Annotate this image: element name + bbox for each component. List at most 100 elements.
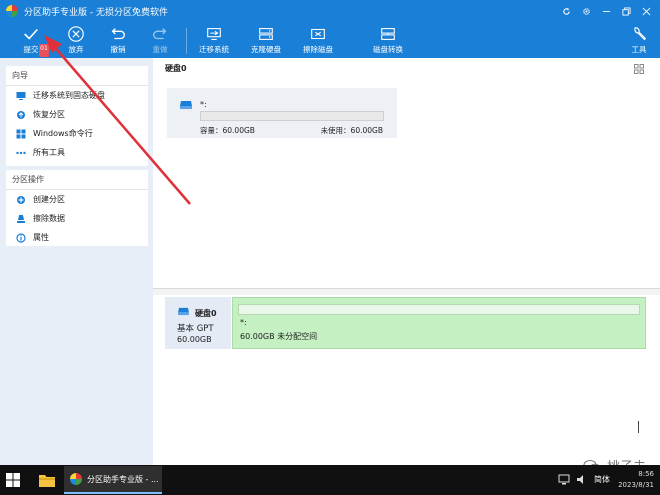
sidebar-item-label: 属性 [33,233,49,242]
redo-label: 重做 [152,45,168,54]
unallocated-partition[interactable]: *: 60.00GB 未分配空间 [232,297,646,349]
wizard-section: 向导 迁移系统到固态硬盘 恢复分区 Windows命令行 所有工具 [6,66,148,166]
sidebar-item-label: Windows命令行 [33,129,93,138]
refresh-button[interactable] [556,0,576,22]
sidebar-item-label: 迁移系统到固态硬盘 [33,91,105,100]
disk-convert-button[interactable]: 磁盘转换 [364,24,412,58]
volume-icon[interactable] [576,474,588,485]
partition-card[interactable]: *: 容量：60.00GB 未使用：60.00GB [167,88,397,138]
system-tray: 简体 [552,474,610,485]
wipe-disk-button[interactable]: 擦除磁盘 [294,24,342,58]
taskbar-app-button[interactable]: 分区助手专业版 - ... [64,466,162,494]
capacity-text: 容量：60.00GB [200,126,255,135]
sidebar-item-windows-cmd[interactable]: Windows命令行 [6,124,148,143]
clock-time: 8:56 [638,470,654,478]
network-icon[interactable] [558,474,570,485]
partition-name: *: [200,100,207,109]
redo-icon [153,28,167,40]
partition-name: *: [240,318,247,327]
view-toggle-icon[interactable] [634,64,644,74]
tools-label: 工具 [631,45,647,54]
clone-disk-label: 克隆硬盘 [251,45,281,54]
migrate-os-icon [207,28,221,40]
info-icon [16,232,26,243]
disk-name: 硬盘0 [195,309,217,318]
restore-button[interactable] [616,0,636,22]
partition-bar [238,304,640,315]
restore-icon [621,6,631,16]
app-logo [6,5,18,17]
minimize-icon [602,10,610,12]
sidebar-item-create-partition[interactable]: 创建分区 [6,190,148,209]
create-partition-icon [16,195,26,205]
pending-ops-badge-tail [39,53,49,57]
windows-start-icon[interactable] [6,473,20,487]
settings-button[interactable] [576,0,596,22]
sidebar-item-all-tools[interactable]: 所有工具 [6,143,148,162]
wipe-disk-icon [311,28,325,40]
wipe-disk-label: 擦除磁盘 [303,45,333,54]
wrench-icon [634,27,647,41]
usage-bar [200,111,384,121]
checkmark-icon [24,28,38,40]
file-explorer-icon[interactable] [38,472,56,488]
tools-button[interactable]: 工具 [619,24,659,58]
disk-info-box[interactable]: 硬盘0 基本 GPT 60.00GB [165,297,231,349]
disk-icon [178,307,189,316]
sidebar: 向导 迁移系统到固态硬盘 恢复分区 Windows命令行 所有工具 分区操作 创… [0,58,153,465]
partition-info: 60.00GB 未分配空间 [240,332,318,341]
disk-list-panel: 硬盘0 基本 GPT 60.00GB *: 60.00GB 未分配空间 [153,295,660,465]
system-clock[interactable]: 8:56 2023/8/31 [618,469,654,491]
disk-heading: 硬盘0 [165,64,187,73]
taskbar-app-title: 分区助手专业版 - ... [87,475,159,484]
minimize-button[interactable] [596,0,616,22]
refresh-icon [562,7,570,15]
recover-icon [16,110,26,120]
toolbar: 提交 01 放弃 撤销 重做 迁移系统 克隆硬盘 擦除磁盘 磁盘转换 工具 [0,22,660,58]
partition-ops-section: 分区操作 创建分区 擦除数据 属性 [6,170,148,246]
sidebar-item-migrate-ssd[interactable]: 迁移系统到固态硬盘 [6,86,148,105]
discard-label: 放弃 [68,45,84,54]
partition-ops-header: 分区操作 [6,170,148,190]
taskbar: 分区助手专业版 - ... 简体 8:56 2023/8/31 [0,465,660,495]
sidebar-item-wipe-data[interactable]: 擦除数据 [6,209,148,228]
sidebar-item-label: 恢复分区 [33,110,65,119]
window-title: 分区助手专业版 - 无损分区免费软件 [24,8,168,18]
disk-map-panel: 硬盘0 *: 容量：60.00GB 未使用：60.00GB [153,58,660,288]
free-space-text: 未使用：60.00GB [320,126,383,135]
sidebar-item-recover-partition[interactable]: 恢复分区 [6,105,148,124]
pending-ops-badge: 01 [39,44,49,53]
clock-date: 2023/8/31 [618,481,654,489]
more-icon [16,148,26,158]
text-cursor [638,421,639,433]
wizard-header: 向导 [6,66,148,86]
disk-convert-label: 磁盘转换 [373,45,403,54]
undo-label: 撤销 [110,45,126,54]
toolbar-separator [186,28,187,54]
undo-button[interactable]: 撤销 [98,24,138,58]
migrate-icon [16,91,26,101]
close-icon [642,7,650,15]
redo-button[interactable]: 重做 [140,24,180,58]
window-controls [556,0,656,22]
app-logo [70,473,82,485]
title-bar: 分区助手专业版 - 无损分区免费软件 [0,0,660,22]
clone-disk-icon [259,28,273,40]
gear-icon [582,7,590,15]
clone-disk-button[interactable]: 克隆硬盘 [242,24,290,58]
app-window: 分区助手专业版 - 无损分区免费软件 提交 01 放弃 撤销 重做 迁移系统 克… [0,0,660,465]
input-language[interactable]: 简体 [594,474,610,485]
wipe-data-icon [16,214,26,224]
migrate-os-button[interactable]: 迁移系统 [190,24,238,58]
sidebar-item-label: 擦除数据 [33,214,65,223]
migrate-os-label: 迁移系统 [199,45,229,54]
close-button[interactable] [636,0,656,22]
windows-icon [16,129,26,139]
disk-convert-icon [381,28,395,40]
discard-icon [68,26,84,42]
sidebar-item-label: 所有工具 [33,148,65,157]
sidebar-item-properties[interactable]: 属性 [6,228,148,247]
discard-button[interactable]: 放弃 [56,24,96,58]
disk-size: 60.00GB [177,335,212,344]
disk-type: 基本 GPT [177,324,214,334]
